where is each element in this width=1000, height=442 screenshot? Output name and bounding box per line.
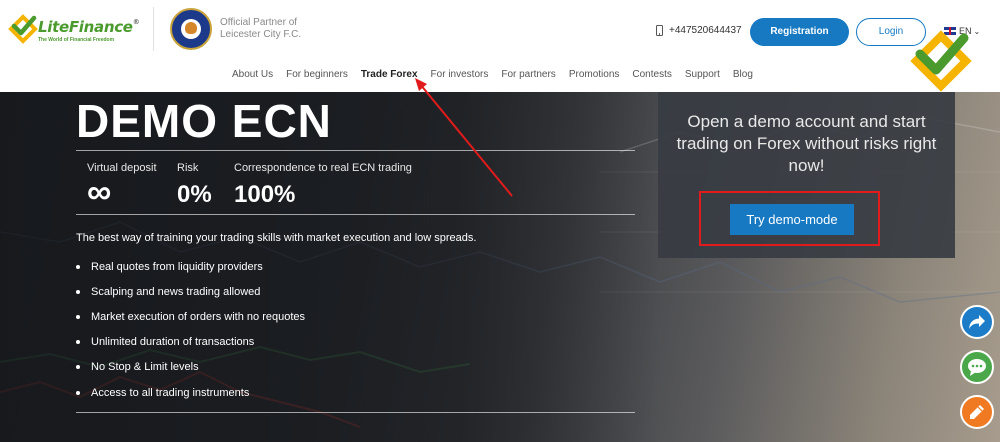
demo-panel-text: Open a demo account and start trading on… (676, 112, 937, 175)
main-nav: About Us For beginners Trade Forex For i… (232, 66, 766, 82)
stat-virtual-deposit: Virtual deposit ∞ (87, 162, 157, 211)
nav-item-for-beginners[interactable]: For beginners (286, 69, 348, 80)
hero-banner: DEMO ECN Virtual deposit ∞ Risk 0% Corre… (0, 92, 1000, 442)
site-header: LiteFinance® The World of Financial Free… (0, 0, 1000, 92)
logo-wordmark: LiteFinance® (38, 18, 140, 36)
litefinance-mark-icon (910, 30, 972, 92)
list-item: Real quotes from liquidity providers (76, 254, 305, 279)
list-item: Access to all trading instruments (76, 380, 305, 405)
hero-description: The best way of training your trading sk… (76, 232, 477, 244)
stat-value: 0% (177, 181, 212, 208)
phone-icon (656, 25, 663, 36)
phone-number[interactable]: +447520644437 (656, 25, 742, 36)
stats-divider-top (76, 150, 635, 151)
nav-item-promotions[interactable]: Promotions (569, 69, 620, 80)
leicester-city-crest (170, 8, 212, 50)
stat-ecn-correspondence: Correspondence to real ECN trading 100% (234, 162, 412, 209)
stats-divider-bottom (76, 214, 635, 215)
list-item: Market execution of orders with no requo… (76, 304, 305, 329)
feature-list: Real quotes from liquidity providers Sca… (76, 254, 305, 405)
registration-button[interactable]: Registration (750, 18, 849, 46)
partner-text: Official Partner of Leicester City F.C. (220, 17, 302, 40)
pencil-icon (970, 405, 984, 419)
chat-icon (968, 359, 986, 376)
stat-value: ∞ (87, 173, 112, 211)
chat-button[interactable] (960, 350, 994, 384)
fox-icon (185, 22, 197, 34)
logo-mark-icon (8, 14, 38, 44)
share-icon (969, 315, 985, 329)
nav-item-for-investors[interactable]: For investors (431, 69, 489, 80)
nav-item-support[interactable]: Support (685, 69, 720, 80)
header-divider (153, 7, 154, 51)
logo-tagline: The World of Financial Freedom (38, 37, 115, 43)
stat-risk: Risk 0% (177, 162, 212, 209)
try-demo-mode-button[interactable]: Try demo-mode (730, 204, 854, 235)
nav-item-for-partners[interactable]: For partners (501, 69, 555, 80)
list-item: No Stop & Limit levels (76, 355, 305, 380)
chevron-down-icon: ⌄ (973, 26, 981, 36)
page-title: DEMO ECN (76, 95, 332, 147)
feature-list-divider (76, 412, 635, 413)
stat-label: Correspondence to real ECN trading (234, 162, 412, 174)
list-item: Unlimited duration of transactions (76, 330, 305, 355)
phone-number-text: +447520644437 (669, 25, 742, 36)
nav-item-blog[interactable]: Blog (733, 69, 753, 80)
edit-button[interactable] (960, 395, 994, 429)
nav-item-about-us[interactable]: About Us (232, 69, 273, 80)
stat-label: Risk (177, 162, 199, 174)
stat-value: 100% (234, 181, 296, 208)
demo-panel: Open a demo account and start trading on… (658, 92, 955, 258)
list-item: Scalping and news trading allowed (76, 279, 305, 304)
litefinance-logo[interactable]: LiteFinance® The World of Financial Free… (8, 12, 143, 48)
share-button[interactable] (960, 305, 994, 339)
nav-item-trade-forex[interactable]: Trade Forex (361, 69, 418, 80)
nav-item-contests[interactable]: Contests (632, 69, 671, 80)
